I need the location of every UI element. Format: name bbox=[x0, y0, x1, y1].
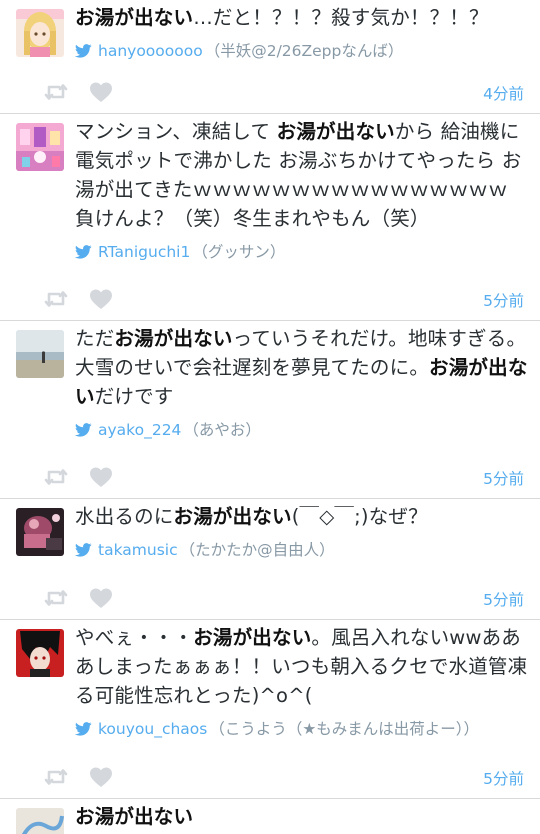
tweet-body: ただお湯が出ないっていうそれだけ。地味すぎる。大雪のせいで会社遅刻を夢見てたのに… bbox=[75, 324, 528, 440]
tweet-text: ただお湯が出ないっていうそれだけ。地味すぎる。大雪のせいで会社遅刻を夢見てたのに… bbox=[75, 324, 528, 411]
tweet-text-segment: ただ bbox=[75, 327, 115, 350]
display-name: （こうよう（★もみまんは出荷よー）） bbox=[209, 720, 480, 738]
retweet-icon[interactable] bbox=[44, 587, 68, 609]
twitter-bird-icon bbox=[75, 423, 92, 437]
user-line: kouyou_chaos （こうよう（★もみまんは出荷よー）） bbox=[75, 719, 528, 739]
display-name: （たかたか@自由人） bbox=[179, 541, 335, 559]
tweet-row[interactable]: ただお湯が出ないっていうそれだけ。地味すぎる。大雪のせいで会社遅刻を夢見てたのに… bbox=[0, 321, 540, 499]
tweet-actions: 5分前 bbox=[44, 288, 524, 310]
screen-name-link[interactable]: kouyou_chaos bbox=[98, 719, 207, 739]
tweet-text-segment: やべぇ・・・ bbox=[75, 626, 194, 649]
tweet-actions: 5分前 bbox=[44, 587, 524, 609]
display-name: （あやお） bbox=[183, 421, 261, 439]
tweet-actions: 5分前 bbox=[44, 466, 524, 488]
user-line: takamusic （たかたか@自由人） bbox=[75, 540, 528, 560]
avatar[interactable] bbox=[16, 330, 64, 378]
display-name: （グッサン） bbox=[192, 243, 286, 261]
twitter-bird-icon bbox=[75, 543, 92, 557]
tweet-text: 水出るのにお湯が出ない(￣◇￣;)なぜ？ bbox=[75, 502, 528, 531]
twitter-bird-icon bbox=[75, 722, 92, 736]
search-highlight: お湯が出ない bbox=[75, 805, 194, 828]
timestamp-link[interactable]: 4分前 bbox=[483, 82, 524, 104]
tweet-body: 水出るのにお湯が出ない(￣◇￣;)なぜ？ takamusic （たかたか@自由人） bbox=[75, 502, 528, 560]
search-highlight: お湯が出ない bbox=[173, 505, 292, 528]
display-name: （半妖@2/26Zeppなんば） bbox=[204, 42, 404, 60]
timestamp-link[interactable]: 5分前 bbox=[483, 289, 524, 311]
screen-name-link[interactable]: takamusic bbox=[98, 540, 178, 560]
retweet-icon[interactable] bbox=[44, 466, 68, 488]
tweet-text-segment: だけです bbox=[94, 385, 174, 408]
tweet-row[interactable]: マンション、凍結して お湯が出ないから 給油機に電気ポットで沸かした お湯ぶちか… bbox=[0, 114, 540, 321]
tweet-text: マンション、凍結して お湯が出ないから 給油機に電気ポットで沸かした お湯ぶちか… bbox=[75, 117, 528, 233]
tweet-text: お湯が出ない bbox=[75, 802, 528, 831]
user-line: ayako_224 （あやお） bbox=[75, 420, 528, 440]
search-highlight: お湯が出ない bbox=[276, 120, 395, 143]
tweet-body: お湯が出ない…だと！？！？殺す気か！？！？ hanyooooooo （半妖@2/26… bbox=[75, 3, 528, 61]
tweet-body: お湯が出ない bbox=[75, 802, 528, 831]
tweet-actions: 4分前 bbox=[44, 81, 524, 103]
like-heart-icon[interactable] bbox=[89, 587, 113, 609]
tweet-text-segment: マンション、凍結して bbox=[75, 120, 277, 143]
like-heart-icon[interactable] bbox=[89, 466, 113, 488]
like-heart-icon[interactable] bbox=[89, 288, 113, 310]
tweet-text-segment: …だと！？！？殺す気か！？！？ bbox=[193, 6, 489, 29]
avatar[interactable] bbox=[16, 9, 64, 57]
screen-name-link[interactable]: hanyooooooo bbox=[98, 41, 203, 61]
timestamp-link[interactable]: 5分前 bbox=[483, 767, 524, 789]
search-highlight: お湯が出ない bbox=[114, 327, 233, 350]
tweet-text: やべぇ・・・お湯が出ない。風呂入れないwwあああしまったぁぁぁ！！いつも朝入るク… bbox=[75, 623, 528, 710]
screen-name-link[interactable]: RTaniguchi1 bbox=[98, 242, 190, 262]
retweet-icon[interactable] bbox=[44, 288, 68, 310]
avatar[interactable] bbox=[16, 629, 64, 677]
retweet-icon[interactable] bbox=[44, 81, 68, 103]
twitter-bird-icon bbox=[75, 245, 92, 259]
search-highlight: お湯が出ない bbox=[193, 626, 312, 649]
avatar[interactable] bbox=[16, 123, 64, 171]
tweet-text-segment: 水出るのに bbox=[75, 505, 174, 528]
tweet-body: マンション、凍結して お湯が出ないから 給油機に電気ポットで沸かした お湯ぶちか… bbox=[75, 117, 528, 262]
avatar[interactable] bbox=[16, 808, 64, 834]
tweet-text: お湯が出ない…だと！？！？殺す気か！？！？ bbox=[75, 3, 528, 32]
tweet-body: やべぇ・・・お湯が出ない。風呂入れないwwあああしまったぁぁぁ！！いつも朝入るク… bbox=[75, 623, 528, 739]
tweet-row[interactable]: お湯が出ない bbox=[0, 799, 540, 834]
like-heart-icon[interactable] bbox=[89, 766, 113, 788]
avatar[interactable] bbox=[16, 508, 64, 556]
timestamp-link[interactable]: 5分前 bbox=[483, 467, 524, 489]
twitter-bird-icon bbox=[75, 44, 92, 58]
timestamp-link[interactable]: 5分前 bbox=[483, 588, 524, 610]
user-line: hanyooooooo （半妖@2/26Zeppなんば） bbox=[75, 41, 528, 61]
tweet-actions: 5分前 bbox=[44, 766, 524, 788]
search-highlight: お湯が出ない bbox=[75, 6, 194, 29]
screen-name-link[interactable]: ayako_224 bbox=[98, 420, 181, 440]
retweet-icon[interactable] bbox=[44, 766, 68, 788]
tweet-row[interactable]: やべぇ・・・お湯が出ない。風呂入れないwwあああしまったぁぁぁ！！いつも朝入るク… bbox=[0, 620, 540, 799]
tweet-feed: お湯が出ない…だと！？！？殺す気か！？！？ hanyooooooo （半妖@2/26… bbox=[0, 0, 540, 834]
like-heart-icon[interactable] bbox=[89, 81, 113, 103]
tweet-row[interactable]: 水出るのにお湯が出ない(￣◇￣;)なぜ？ takamusic （たかたか@自由人） 5… bbox=[0, 499, 540, 620]
user-line: RTaniguchi1 （グッサン） bbox=[75, 242, 528, 262]
tweet-text-segment: (￣◇￣;)なぜ？ bbox=[291, 505, 428, 528]
tweet-row[interactable]: お湯が出ない…だと！？！？殺す気か！？！？ hanyooooooo （半妖@2/26… bbox=[0, 0, 540, 114]
